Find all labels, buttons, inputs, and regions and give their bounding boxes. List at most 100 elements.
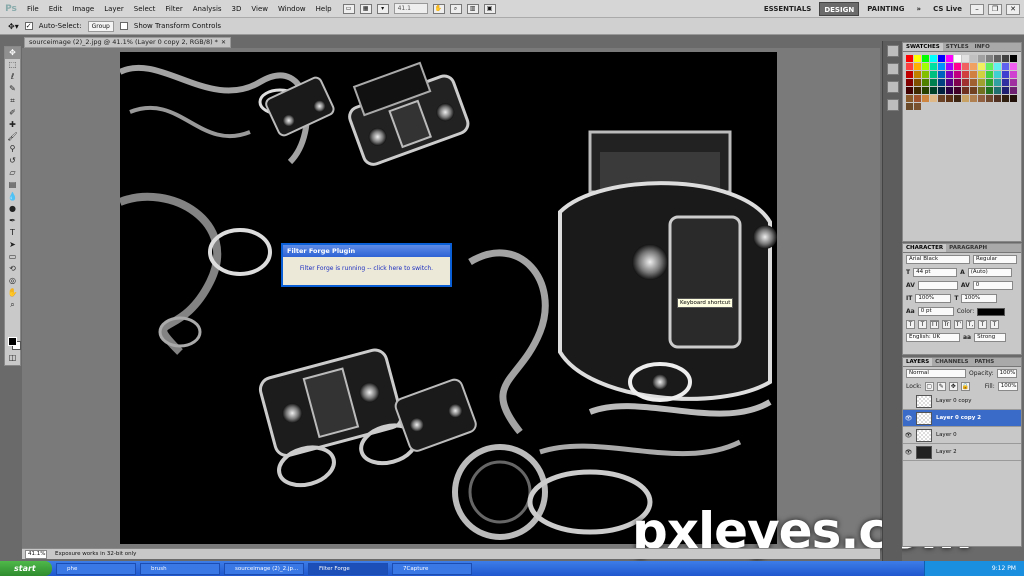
- navigator-icon[interactable]: [886, 45, 899, 57]
- small-caps-button[interactable]: Tr: [942, 320, 951, 329]
- path-selection-tool-icon[interactable]: ➤: [5, 239, 20, 251]
- color-swatch[interactable]: [978, 55, 985, 62]
- history-brush-tool-icon[interactable]: ↺: [5, 155, 20, 167]
- pen-tool-icon[interactable]: ✒: [5, 215, 20, 227]
- show-transform-checkbox[interactable]: [119, 22, 128, 30]
- menu-layer[interactable]: Layer: [99, 0, 129, 18]
- color-swatch[interactable]: [978, 79, 985, 86]
- healing-brush-tool-icon[interactable]: ✚: [5, 119, 20, 131]
- superscript-button[interactable]: T': [954, 320, 963, 329]
- leading-field[interactable]: (Auto): [967, 268, 1012, 277]
- color-swatch[interactable]: [914, 55, 921, 62]
- layer-row-selected[interactable]: 👁 Layer 0 copy 2: [903, 410, 1021, 427]
- color-swatch[interactable]: [962, 71, 969, 78]
- color-swatch[interactable]: [954, 71, 961, 78]
- menu-analysis[interactable]: Analysis: [188, 0, 227, 18]
- font-style-select[interactable]: Regular: [973, 255, 1017, 264]
- color-swatch[interactable]: [978, 63, 985, 70]
- color-swatch[interactable]: [922, 95, 929, 102]
- color-swatch[interactable]: [986, 79, 993, 86]
- color-swatch[interactable]: [922, 55, 929, 62]
- color-swatch[interactable]: [930, 63, 937, 70]
- color-swatch[interactable]: [914, 79, 921, 86]
- color-swatch[interactable]: [938, 55, 945, 62]
- menu-help[interactable]: Help: [311, 0, 337, 18]
- color-swatch[interactable]: [962, 87, 969, 94]
- lock-all-icon[interactable]: 🔒: [960, 382, 970, 391]
- color-swatch[interactable]: [938, 71, 945, 78]
- color-swatch[interactable]: [954, 87, 961, 94]
- color-swatch[interactable]: [986, 95, 993, 102]
- close-document-icon[interactable]: ✕: [221, 39, 226, 46]
- actions-icon[interactable]: [886, 99, 899, 111]
- color-swatch[interactable]: [962, 79, 969, 86]
- language-select[interactable]: English: UK: [906, 333, 960, 342]
- color-swatch[interactable]: [970, 87, 977, 94]
- color-swatch[interactable]: [938, 95, 945, 102]
- color-swatch[interactable]: [906, 87, 913, 94]
- color-swatch[interactable]: [994, 79, 1001, 86]
- text-color-swatch[interactable]: [977, 307, 1006, 316]
- auto-select-dropdown[interactable]: Group: [87, 20, 114, 32]
- quick-mask-icon[interactable]: ◫: [5, 352, 20, 364]
- color-swatch[interactable]: [946, 55, 953, 62]
- color-swatch[interactable]: [914, 71, 921, 78]
- color-swatch[interactable]: [1010, 95, 1017, 102]
- layer-row[interactable]: Layer 0 copy: [903, 393, 1021, 410]
- color-swatch[interactable]: [1002, 95, 1009, 102]
- color-swatch[interactable]: [906, 55, 913, 62]
- color-swatch[interactable]: [962, 95, 969, 102]
- dodge-tool-icon[interactable]: ●: [5, 203, 20, 215]
- shape-tool-icon[interactable]: ▭: [5, 251, 20, 263]
- color-swatch[interactable]: [978, 71, 985, 78]
- strikethrough-button[interactable]: T: [990, 320, 999, 329]
- eye-icon[interactable]: 👁: [903, 415, 914, 422]
- underline-button[interactable]: T: [978, 320, 987, 329]
- blend-mode-select[interactable]: Normal: [906, 369, 966, 378]
- color-swatch[interactable]: [994, 95, 1001, 102]
- 3d-orbit-tool-icon[interactable]: ◎: [5, 275, 20, 287]
- status-zoom-field[interactable]: 41.1%: [25, 549, 47, 559]
- taskbar-item-filter-forge[interactable]: Filter Forge: [308, 562, 388, 575]
- color-swatch[interactable]: [954, 95, 961, 102]
- marquee-tool-icon[interactable]: ⬚: [5, 59, 20, 71]
- menu-filter[interactable]: Filter: [160, 0, 187, 18]
- color-swatch[interactable]: [922, 79, 929, 86]
- vertical-scale-field[interactable]: 100%: [915, 294, 952, 303]
- tracking-field[interactable]: 0: [972, 281, 1013, 290]
- start-button[interactable]: start: [0, 561, 52, 576]
- lock-transparency-icon[interactable]: ▢: [924, 382, 934, 391]
- zoom-tool-icon[interactable]: ⌕: [449, 3, 462, 14]
- color-swatch[interactable]: [986, 55, 993, 62]
- color-swatch[interactable]: [914, 63, 921, 70]
- close-icon[interactable]: ✕: [1006, 3, 1020, 15]
- bridge-icon[interactable]: ▭: [342, 3, 355, 14]
- color-swatch[interactable]: [1002, 63, 1009, 70]
- hand-tool-icon[interactable]: ✋: [432, 3, 445, 14]
- color-swatch[interactable]: [946, 87, 953, 94]
- color-swatch[interactable]: [1010, 63, 1017, 70]
- color-swatch[interactable]: [906, 95, 913, 102]
- color-swatch[interactable]: [922, 63, 929, 70]
- taskbar-item-brush[interactable]: brush: [140, 562, 220, 575]
- screen-mode-icon[interactable]: ▣: [483, 3, 496, 14]
- baseline-shift-field[interactable]: 0 pt: [917, 307, 954, 316]
- dialog-message-link[interactable]: Filter Forge is running -- click here to…: [283, 265, 450, 272]
- workspace-essentials[interactable]: ESSENTIALS: [760, 2, 816, 16]
- color-swatch[interactable]: [946, 71, 953, 78]
- brush-tool-icon[interactable]: 🖌: [5, 131, 20, 143]
- color-swatch[interactable]: [954, 55, 961, 62]
- color-swatch[interactable]: [906, 63, 913, 70]
- tab-styles[interactable]: STYLES: [943, 43, 972, 51]
- color-swatch[interactable]: [970, 63, 977, 70]
- auto-select-checkbox[interactable]: ✓: [24, 22, 33, 30]
- color-swatch[interactable]: [906, 103, 913, 110]
- color-swatch[interactable]: [938, 87, 945, 94]
- color-swatch[interactable]: [930, 87, 937, 94]
- workspace-painting[interactable]: PAINTING: [863, 2, 908, 16]
- menu-3d[interactable]: 3D: [227, 0, 247, 18]
- tab-swatches[interactable]: SWATCHES: [903, 43, 943, 51]
- tab-character[interactable]: CHARACTER: [903, 244, 947, 252]
- eye-icon[interactable]: 👁: [903, 432, 914, 439]
- color-swatch[interactable]: [906, 79, 913, 86]
